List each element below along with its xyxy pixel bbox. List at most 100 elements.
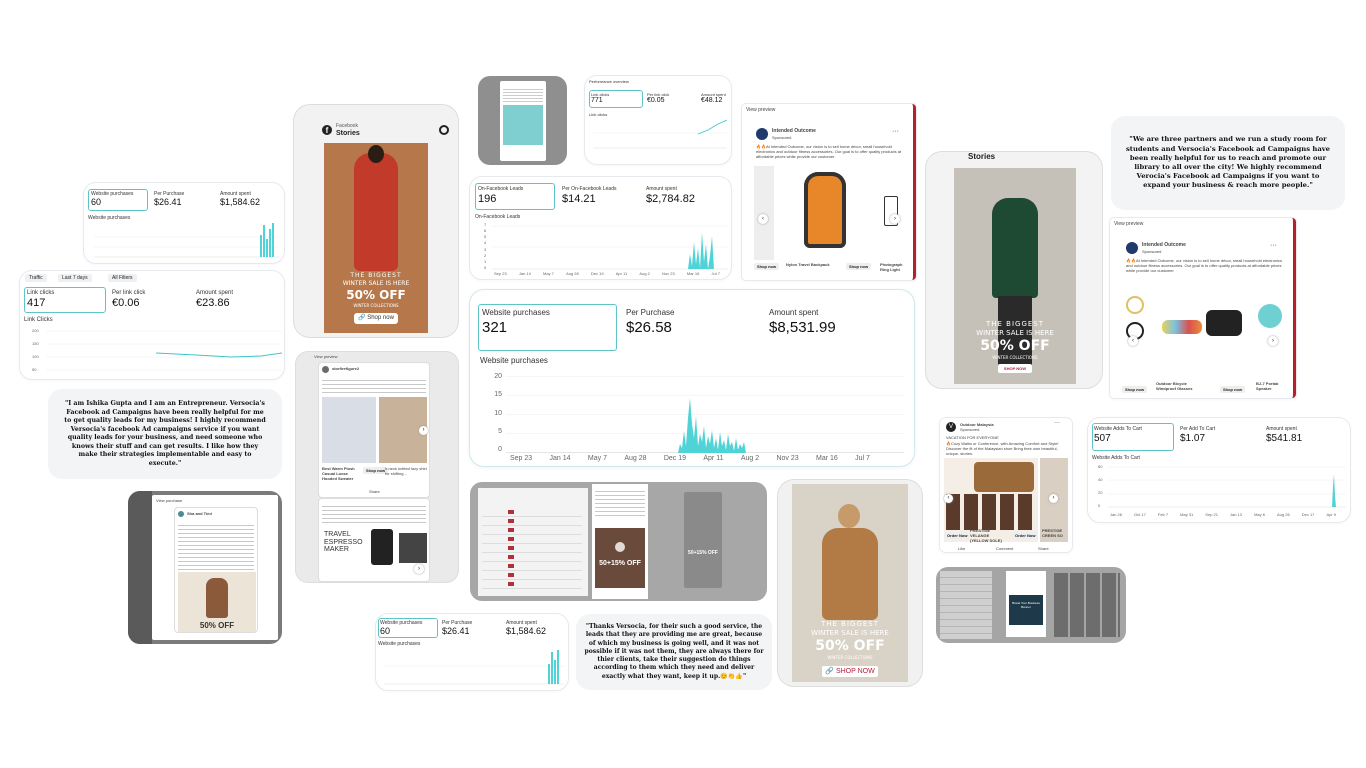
metric-value: $1,584.62 [220, 197, 261, 207]
leads-chart [492, 225, 728, 270]
bar [260, 235, 262, 257]
order-now-button[interactable]: Order Now [944, 532, 971, 539]
metric-label: Amount spent [646, 186, 677, 192]
post-preview [500, 81, 546, 161]
x-tick: Aug 2 [639, 271, 650, 276]
testimonial-text: "We are three partners and we run a stud… [1125, 135, 1331, 190]
purchases-mini-chart [94, 223, 279, 258]
glasses-image [1156, 280, 1248, 380]
x-tick: Jan 14 [549, 455, 571, 462]
ad-post: Sha and Tied 50% OFF [174, 507, 258, 633]
facebook-leads-card: On-Facebook Leads 196 Per On-Facebook Le… [470, 177, 731, 279]
facebook-icon: f [322, 125, 332, 135]
ads-table [478, 488, 588, 596]
share-action[interactable]: Share [1038, 546, 1049, 551]
x-tick: Dec 17 [1301, 512, 1315, 517]
story-preview-3: THE BIGGEST WINTER SALE IS HERE 50% OFF … [778, 480, 922, 686]
headline-3: WINTER COLLECTIONS [827, 655, 873, 660]
left-pane [940, 571, 992, 639]
ad-preview-card: 50+15% OFF [592, 484, 648, 599]
shop-now-button[interactable]: Shop now [754, 263, 780, 270]
page-name: Intended Outcome [772, 128, 816, 134]
y-tick: 10 [494, 409, 502, 417]
purchases-mini-chart [384, 650, 564, 685]
filter-all[interactable]: All Filters [108, 274, 137, 282]
more-icon[interactable]: ··· [892, 128, 899, 135]
metric-label: Per link click [112, 290, 146, 296]
leads-y-axis: 7 6 5 4 3 2 1 0 [484, 222, 486, 270]
testimonial-text: "I am Ishika Gupta and I am an Entrepren… [64, 400, 266, 467]
website-purchases-chart [506, 376, 904, 453]
y-tick: 50 [32, 367, 37, 372]
adds-to-cart-card: Website Adds To Cart 507 Per Add To Cart… [1088, 418, 1350, 522]
carousel-next-button[interactable]: › [414, 564, 424, 574]
filter-traffic[interactable]: Traffic [25, 274, 47, 282]
share-action[interactable]: Share [369, 489, 380, 494]
x-tick: May 6 [1254, 512, 1265, 517]
y-tick: 0 [1098, 503, 1101, 508]
x-tick: Aug 28 [624, 455, 647, 462]
adds-chart [1108, 466, 1346, 508]
comment-action[interactable]: Comment [996, 546, 1013, 551]
filter-date[interactable]: Last 7 days [58, 274, 92, 282]
metric-label: Website purchases [482, 308, 550, 317]
shop-now-button[interactable]: Shop now [846, 263, 872, 270]
shop-now-button[interactable]: 🔗 Shop now [354, 313, 398, 324]
chart-title: On-Facebook Leads [475, 214, 521, 220]
view-preview-intended-outcome-2: View preview Intended Outcome Sponsored … [1110, 218, 1296, 398]
product-title: h-neck knitted lazy shirt for shifting..… [385, 466, 427, 476]
y-tick: 3 [484, 246, 487, 252]
ads-manager-screenshot: 50+15% OFF 50+15% OFF [470, 482, 767, 601]
backpack-shape [804, 172, 846, 248]
promo-big: 50% OFF [980, 338, 1050, 354]
metric-value: €0.05 [647, 97, 665, 104]
product-title: BJ-7 Portab Speaker [1256, 381, 1279, 391]
view-purchase-screenshot: View purchase Sha and Tied 50% OFF [128, 491, 282, 644]
y-tick: 5 [498, 427, 502, 435]
x-tick: Dec 19 [590, 271, 604, 276]
shop-now-button[interactable]: Shop now [1220, 386, 1246, 393]
model-figure [354, 153, 398, 271]
shop-now-button[interactable]: Shop now [1122, 386, 1148, 393]
bar [554, 660, 556, 684]
shop-now-button[interactable]: 🔗 SHOP NOW [822, 666, 878, 677]
speaker-shape [1258, 304, 1282, 328]
lenses [1162, 320, 1202, 334]
carousel-next-button[interactable]: › [1268, 336, 1278, 346]
x-tick: Aug 28 [566, 271, 579, 276]
metric-label: Link clicks [27, 290, 55, 296]
x-tick: Jan 14 [518, 271, 531, 276]
y-tick: 15 [494, 391, 502, 399]
x-tick: Jul 7 [711, 271, 720, 276]
carousel-next-button[interactable]: › [890, 214, 900, 224]
kid-figure [206, 578, 228, 618]
carousel-next-button[interactable]: › [1049, 494, 1058, 503]
y-tick: 20 [1098, 490, 1103, 495]
metric-value: 60 [91, 197, 102, 207]
promo-text: 50% OFF [199, 621, 235, 630]
shop-now-button[interactable]: SHOP NOW [998, 364, 1032, 373]
avatar [322, 366, 329, 373]
model-head [368, 145, 384, 163]
product-image-sweater [322, 397, 376, 463]
post-text-lines [322, 503, 426, 525]
travel-word: ESPRESSO [324, 538, 363, 546]
panel-title: View preview [1114, 221, 1144, 227]
carousel-prev-button[interactable]: ‹ [944, 494, 953, 503]
carousel-next-button[interactable]: › [419, 426, 428, 435]
product-title: PRESTIGE CREEN SO [1042, 528, 1063, 538]
sofa-shape [974, 462, 1034, 492]
carousel-prev-button[interactable]: ‹ [758, 214, 768, 224]
product-title: Nylon Travel Backpack [786, 262, 830, 267]
more-icon[interactable]: ··· [1054, 420, 1060, 426]
more-icon[interactable]: ··· [1270, 242, 1277, 249]
outdoor-malaysia-post: V Outdoor Malaysia Sponsored ··· VACATIO… [940, 418, 1072, 552]
metric-label: Amount spent [769, 308, 819, 317]
y-tick: 1 [484, 258, 487, 264]
like-action[interactable]: Like [958, 546, 965, 551]
carousel-prev-button[interactable]: ‹ [1128, 336, 1138, 346]
order-now-button[interactable]: Order Now [1012, 532, 1039, 539]
metric-label: Amount spent [1266, 426, 1297, 432]
mobile-preview-screenshot [478, 76, 567, 165]
post-text-lines [503, 87, 543, 103]
